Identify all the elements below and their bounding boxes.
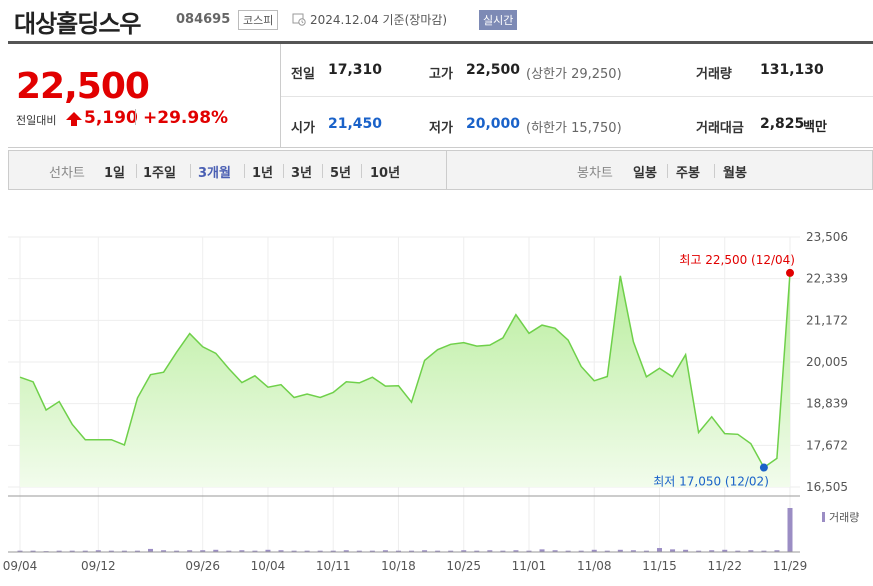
high-annotation: 최고 22,500 (12/04) <box>679 253 795 267</box>
x-tick-label: 10/25 <box>446 559 481 573</box>
x-tick-label: 11/15 <box>642 559 677 573</box>
tab-weekly-candle[interactable]: 주봉 <box>676 162 700 181</box>
high-label: 고가 <box>429 67 453 82</box>
tab-1day[interactable]: 1일 <box>104 162 125 181</box>
open-value: 21,450 <box>328 116 383 132</box>
tab-separator <box>244 164 245 178</box>
upper-limit: (상한가 29,250) <box>526 67 622 82</box>
x-tick-label: 11/22 <box>707 559 742 573</box>
tab-5year[interactable]: 5년 <box>330 162 351 181</box>
live-button[interactable]: 실시간 <box>479 10 518 30</box>
low-annotation: 최저 17,050 (12/02) <box>653 475 769 489</box>
x-tick-label: 11/29 <box>773 559 808 573</box>
tab-3month[interactable]: 3개월 <box>198 162 231 181</box>
low-point-marker <box>759 463 768 472</box>
x-tick-label: 09/12 <box>81 559 116 573</box>
y-tick-label: 20,005 <box>806 355 848 369</box>
tab-10year[interactable]: 10년 <box>370 162 400 181</box>
stock-header: 대상홀딩스우 084695 코스피 2024.12.04 기준(장마감) 실시간 <box>0 0 873 44</box>
amount-value: 2,825 <box>760 116 805 132</box>
x-tick-label: 10/18 <box>381 559 416 573</box>
change-separator <box>135 109 136 125</box>
y-tick-label: 18,839 <box>806 397 848 411</box>
volume-value: 131,130 <box>760 62 824 78</box>
change-percent: +29.98% <box>143 108 229 128</box>
low-label: 저가 <box>429 121 453 136</box>
tab-separator <box>136 164 137 178</box>
stock-code: 084695 <box>176 12 231 27</box>
tab-separator <box>361 164 362 178</box>
tab-monthly-candle[interactable]: 월봉 <box>723 162 747 181</box>
prev-close-value: 17,310 <box>328 62 383 78</box>
x-tick-label: 10/04 <box>251 559 286 573</box>
x-tick-label: 11/08 <box>577 559 612 573</box>
tab-separator <box>667 164 668 178</box>
line-chart-label: 선차트 <box>49 166 85 181</box>
stock-name[interactable]: 대상홀딩스우 <box>14 4 141 39</box>
market-badge: 코스피 <box>238 10 279 30</box>
tab-group-divider <box>446 151 447 189</box>
tab-1week[interactable]: 1주일 <box>143 162 176 181</box>
amount-unit: 백만 <box>803 120 827 135</box>
volume-bar <box>656 548 662 552</box>
y-tick-label: 21,172 <box>806 313 848 327</box>
x-tick-label: 09/26 <box>185 559 220 573</box>
x-tick-label: 10/11 <box>316 559 351 573</box>
tab-daily-candle[interactable]: 일봉 <box>633 162 657 181</box>
row-divider <box>281 96 873 97</box>
x-tick-label: 11/01 <box>512 559 547 573</box>
base-date: 2024.12.04 기준(장마감) <box>310 13 448 27</box>
lower-limit: (하한가 15,750) <box>526 121 622 136</box>
candle-chart-label: 봉차트 <box>577 166 613 181</box>
low-value: 20,000 <box>466 116 521 132</box>
price-area <box>20 272 790 487</box>
tab-1year[interactable]: 1년 <box>252 162 273 181</box>
current-price: 22,500 <box>16 66 150 107</box>
y-tick-label: 17,672 <box>806 438 848 452</box>
high-value: 22,500 <box>466 62 521 78</box>
amount-label: 거래대금 <box>696 121 744 136</box>
volume-legend-swatch <box>822 512 825 522</box>
chart-tabbar: 선차트 1일 1주일 3개월 1년 3년 5년 10년 봉차트 일봉 주봉 월봉 <box>8 150 873 190</box>
volume-legend: 거래량 <box>829 511 859 524</box>
change-label: 전일대비 <box>16 114 57 127</box>
tab-separator <box>190 164 191 178</box>
volume-label: 거래량 <box>696 67 732 82</box>
change-value: 5,190 <box>84 108 138 128</box>
up-arrow-icon <box>66 112 82 126</box>
clock-icon <box>292 13 306 26</box>
tab-3year[interactable]: 3년 <box>291 162 312 181</box>
y-tick-label: 16,505 <box>806 480 848 494</box>
tab-separator <box>322 164 323 178</box>
price-chart: 23,506 22,339 21,172 20,005 18,839 17,672 16,5… <box>3 230 860 573</box>
tab-separator <box>714 164 715 178</box>
volume-bar <box>787 508 793 552</box>
price-summary: 22,500 전일대비 5,190 +29.98% 전일 17,310 고가 2… <box>8 44 873 148</box>
y-tick-label: 22,339 <box>806 272 848 286</box>
high-point-marker <box>786 268 794 277</box>
y-tick-label: 23,506 <box>806 230 848 244</box>
prev-close-label: 전일 <box>291 67 315 82</box>
open-label: 시가 <box>291 121 315 136</box>
tab-separator <box>283 164 284 178</box>
x-tick-label: 09/04 <box>3 559 38 573</box>
